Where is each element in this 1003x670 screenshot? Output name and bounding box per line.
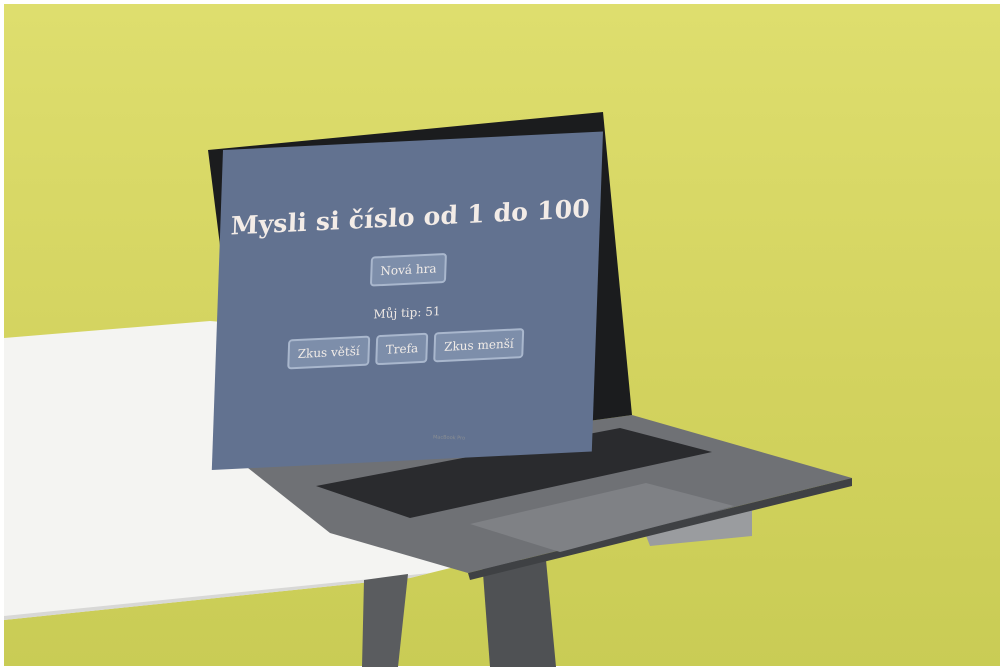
correct-button[interactable]: Trefa bbox=[375, 332, 429, 366]
guess-label: Můj tip: bbox=[373, 305, 422, 322]
new-game-button[interactable]: Nová hra bbox=[369, 252, 448, 287]
laptop-screen: Mysli si číslo od 1 do 100 Nová hra Můj … bbox=[211, 131, 604, 471]
photo-frame: Mysli si číslo od 1 do 100 Nová hra Můj … bbox=[0, 0, 1003, 670]
guess-display: Můj tip: 51 bbox=[217, 297, 597, 329]
laptop-brand-label: MacBook Pro bbox=[432, 434, 466, 442]
table-leg-left bbox=[362, 574, 408, 667]
try-lower-button[interactable]: Zkus menší bbox=[433, 328, 525, 363]
guess-value: 51 bbox=[424, 304, 441, 319]
page-title: Mysli si číslo od 1 do 100 bbox=[230, 194, 591, 241]
answer-buttons: Zkus větší Trefa Zkus menší bbox=[215, 325, 596, 373]
table-leg-right bbox=[482, 560, 556, 667]
try-higher-button[interactable]: Zkus větší bbox=[287, 335, 371, 370]
